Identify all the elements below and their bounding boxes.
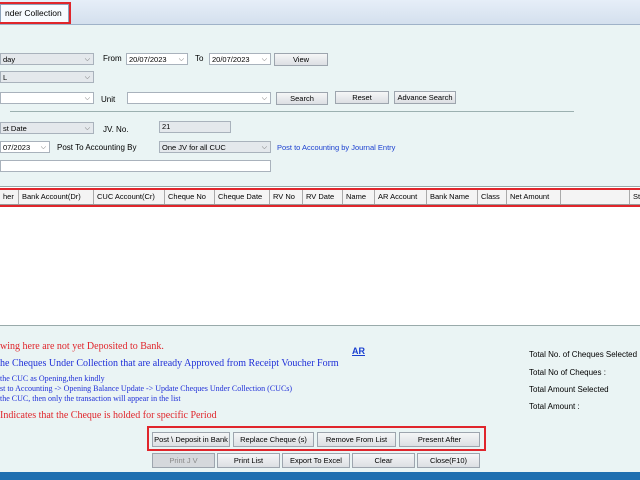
- print-jv-button[interactable]: Print J V: [152, 453, 215, 468]
- column-header[interactable]: Net Amount: [507, 190, 561, 204]
- period-value: day: [3, 55, 16, 64]
- post-by-label: Post To Accounting By: [57, 143, 137, 152]
- column-header[interactable]: Cheque No: [165, 190, 215, 204]
- reset-button[interactable]: Reset: [335, 91, 389, 104]
- jv-no-field[interactable]: 21: [159, 121, 231, 133]
- clear-button[interactable]: Clear: [352, 453, 415, 468]
- from-label: From: [103, 54, 122, 63]
- grid-header: her Bank Account(Dr) CUC Account(Cr) Che…: [0, 188, 640, 207]
- column-header[interactable]: Cheque Date: [215, 190, 270, 204]
- search-button[interactable]: Search: [276, 92, 328, 105]
- post-date-value: 07/2023: [3, 143, 31, 152]
- to-date-value: 20/07/2023: [212, 55, 250, 64]
- total-count-label: Total No of Cheques :: [529, 368, 606, 377]
- column-header[interactable]: RV No: [270, 190, 303, 204]
- total-selected-amount-label: Total Amount Selected: [529, 385, 609, 394]
- note-not-deposited: wing here are not yet Deposited to Bank.: [0, 341, 164, 352]
- note-approved-cheques: he Cheques Under Collection that are alr…: [0, 358, 339, 369]
- chevron-down-icon: ⌵: [84, 125, 90, 132]
- note-transaction: the CUC, then only the transaction will …: [0, 394, 181, 403]
- chevron-down-icon: ⌵: [261, 56, 267, 63]
- third-filter-select[interactable]: ⌵: [0, 92, 94, 104]
- ar-link[interactable]: AR: [352, 346, 365, 356]
- column-header[interactable]: Bank Account(Dr): [19, 190, 94, 204]
- post-deposit-button[interactable]: Post \ Deposit in Bank: [152, 432, 230, 447]
- jv-no-label: JV. No.: [103, 125, 129, 134]
- tab-cheques-under-collection[interactable]: nder Collection: [0, 2, 71, 24]
- period-select[interactable]: day ⌵: [0, 53, 94, 65]
- close-button[interactable]: Close(F10): [417, 453, 480, 468]
- note-menu-path: st to Accounting -> Opening Balance Upda…: [0, 384, 293, 393]
- chevron-down-icon: ⌵: [178, 56, 184, 63]
- column-header[interactable]: CUC Account(Cr): [94, 190, 165, 204]
- chevron-down-icon: ⌵: [84, 56, 90, 63]
- post-by-value: One JV for all CUC: [162, 143, 226, 152]
- column-header[interactable]: [561, 190, 630, 204]
- section-divider: [10, 111, 574, 112]
- column-header[interactable]: Bank Name: [427, 190, 478, 204]
- chevron-down-icon: ⌵: [84, 95, 90, 102]
- remarks-field[interactable]: [0, 160, 271, 172]
- date-type-value: st Date: [3, 124, 27, 133]
- date-type-select[interactable]: st Date ⌵: [0, 122, 94, 134]
- replace-cheque-button[interactable]: Replace Cheque (s): [233, 432, 314, 447]
- chevron-down-icon: ⌵: [40, 144, 46, 151]
- unit-select[interactable]: ⌵: [127, 92, 271, 104]
- chevron-down-icon: ⌵: [84, 74, 90, 81]
- view-button[interactable]: View: [274, 53, 328, 66]
- tab-strip: nder Collection: [0, 0, 640, 25]
- column-header[interactable]: her: [0, 190, 19, 204]
- from-date-value: 20/07/2023: [129, 55, 167, 64]
- second-filter-value: L: [3, 73, 8, 82]
- total-selected-count-label: Total No. of Cheques Selected: [529, 350, 638, 359]
- export-excel-button[interactable]: Export To Excel: [282, 453, 350, 468]
- chevron-down-icon: ⌵: [261, 144, 267, 151]
- column-header[interactable]: AR Account: [375, 190, 427, 204]
- note-holded: Indicates that the Cheque is holded for …: [0, 410, 217, 421]
- present-after-button[interactable]: Present After: [399, 432, 480, 447]
- cheques-grid[interactable]: [0, 186, 640, 326]
- total-amount-label: Total Amount :: [529, 402, 580, 411]
- chevron-down-icon: ⌵: [261, 95, 267, 102]
- advance-search-button[interactable]: Advance Search: [394, 91, 456, 104]
- to-label: To: [195, 54, 204, 63]
- remove-from-list-button[interactable]: Remove From List: [317, 432, 396, 447]
- journal-entry-link[interactable]: Post to Accounting by Journal Entry: [277, 143, 395, 152]
- unit-label: Unit: [101, 95, 116, 104]
- column-header[interactable]: Name: [343, 190, 375, 204]
- print-list-button[interactable]: Print List: [217, 453, 280, 468]
- column-header[interactable]: Class: [478, 190, 507, 204]
- to-date-picker[interactable]: 20/07/2023 ⌵: [209, 53, 271, 65]
- from-date-picker[interactable]: 20/07/2023 ⌵: [126, 53, 188, 65]
- post-by-select[interactable]: One JV for all CUC ⌵: [159, 141, 271, 153]
- column-header[interactable]: RV Date: [303, 190, 343, 204]
- taskbar-strip: [0, 472, 640, 480]
- column-header[interactable]: St: [630, 190, 640, 204]
- post-date-picker[interactable]: 07/2023 ⌵: [0, 141, 50, 153]
- second-filter-select[interactable]: L ⌵: [0, 71, 94, 83]
- note-opening: the CUC as Opening,then kindly: [0, 374, 105, 383]
